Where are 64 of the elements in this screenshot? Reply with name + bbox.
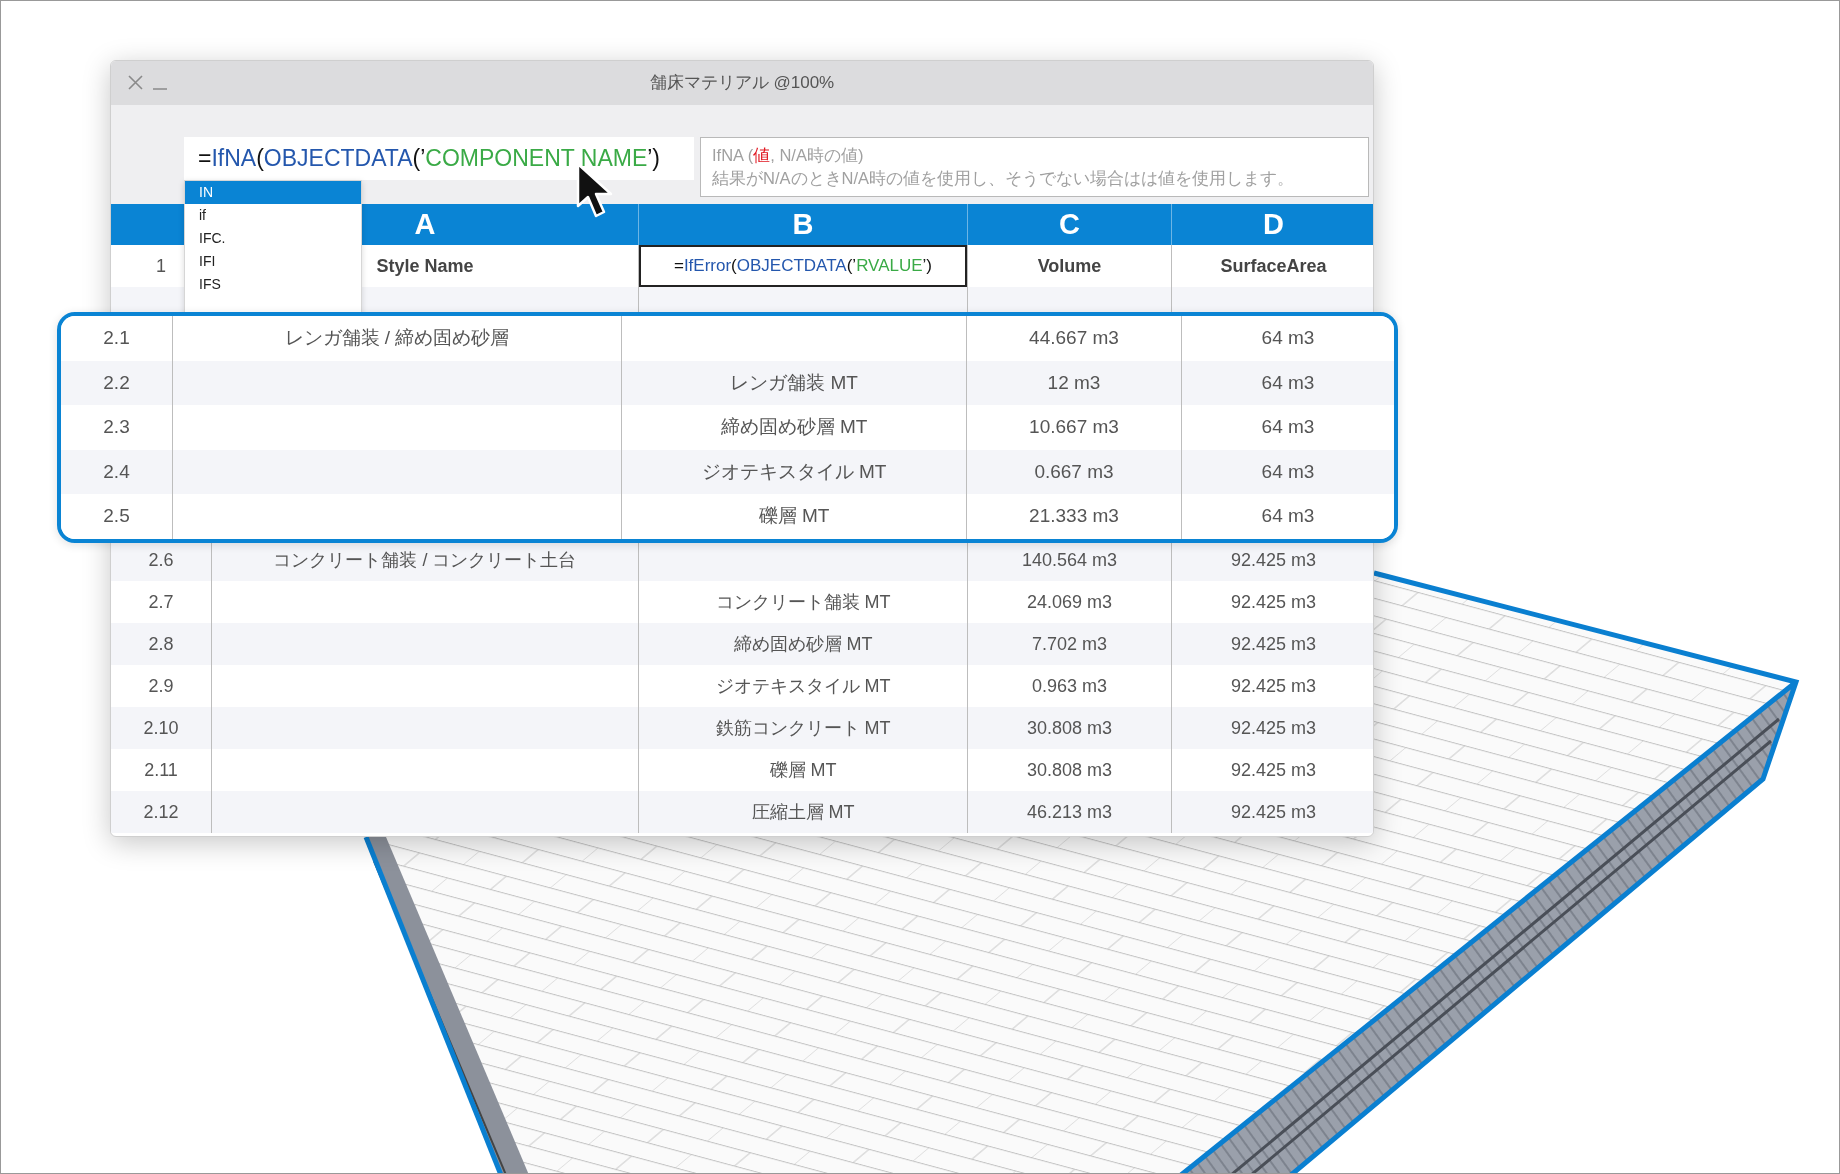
table-cell-text: 92.425 m3 [1230,590,1317,614]
row-number: 1 [156,254,166,278]
table-cell-text: コンクリート舗装 / コンクリート土台 [273,548,577,572]
table-cell-text: 64 m3 [1261,415,1315,440]
row-number: 2.2 [103,370,130,395]
table-cell-text: 10.667 m3 [1029,415,1119,440]
table-cell-text: ジオテキスタイル MT [715,674,891,698]
row-number: 2.6 [148,548,174,572]
formula-input-field[interactable]: =IfNA(OBJECTDATA(’COMPONENT NAME’) [184,137,694,180]
table-cell-text: 圧縮土層 MT [751,800,855,824]
table-cell-text: 鉄筋コンクリート MT [715,716,891,740]
table-cell-text: コンクリート舗装 MT [715,590,891,614]
table-cell-text: レンガ舗装 MT [730,370,858,395]
row-number: 2.3 [103,415,130,440]
row-number: 2.5 [103,504,130,529]
table-cell-text: 21.333 m3 [1029,504,1119,529]
window-title: 舗床マテリアル @100% [649,72,835,95]
function-signature: IfNA (値, N/A時の値) [712,145,865,166]
table-cell-text: 12 m3 [1047,370,1101,395]
table-cell-text: 92.425 m3 [1230,674,1317,698]
autocomplete-item[interactable]: IFS [185,273,361,296]
table-cell-text: 礫層 MT [769,758,837,782]
table-cell-text: SurfaceArea [1220,254,1327,278]
autocomplete-item[interactable]: IFI [185,250,361,273]
table-cell-text: 24.069 m3 [1026,590,1113,614]
row-number: 2.11 [144,758,178,782]
autocomplete-item[interactable]: IN [185,181,361,204]
formula-cell[interactable]: =IfError(OBJECTDATA(’RVALUE’) [639,245,967,287]
row-number: 2.10 [143,716,179,740]
table-cell-text: 64 m3 [1261,370,1315,395]
table-cell-text: 44.667 m3 [1029,326,1119,351]
function-description: 結果がN/AのときN/A時の値を使用し、そうでない場合はは値を使用します。 [712,168,1295,189]
autocomplete-item[interactable]: if [185,204,361,227]
table-cell-text: レンガ舗装 / 締め固め砂層 [284,326,510,351]
table-cell-text: 0.667 m3 [1034,459,1114,484]
close-icon[interactable] [127,74,144,91]
row-number: 2.9 [148,674,174,698]
table-cell-text: 0.963 m3 [1031,674,1108,698]
table-cell-text: 46.213 m3 [1026,800,1113,824]
row-number: 2.1 [103,326,130,351]
table-cell-text: 92.425 m3 [1230,758,1317,782]
table-cell-text: 7.702 m3 [1031,632,1108,656]
table-cell-text: Volume [1037,254,1102,278]
table-cell-text: 30.808 m3 [1026,716,1113,740]
table-cell-text: 140.564 m3 [1021,548,1118,572]
table-cell-text: ジオテキスタイル MT [701,459,887,484]
table-cell-text: 礫層 MT [758,504,830,529]
table-cell-text: 92.425 m3 [1230,716,1317,740]
row-number: 2.7 [148,590,174,614]
table-cell-text: 92.425 m3 [1230,548,1317,572]
table-cell-text: 64 m3 [1261,504,1315,529]
table-cell-text: 64 m3 [1261,459,1315,484]
row-number: 2.8 [148,632,174,656]
table-cell-text: 締め固め砂層 MT [720,415,868,440]
table-cell-text: 92.425 m3 [1230,632,1317,656]
table-cell-text: 30.808 m3 [1026,758,1113,782]
table-cell-text: 締め固め砂層 MT [733,632,873,656]
row-number: 2.12 [143,800,179,824]
table-cell-text: 92.425 m3 [1230,800,1317,824]
column-header[interactable]: B [638,204,967,245]
autocomplete-item[interactable]: IFC. [185,227,361,250]
row-number: 2.4 [103,459,130,484]
table-cell-text: 64 m3 [1261,326,1315,351]
table-cell-text: Style Name [376,254,474,278]
